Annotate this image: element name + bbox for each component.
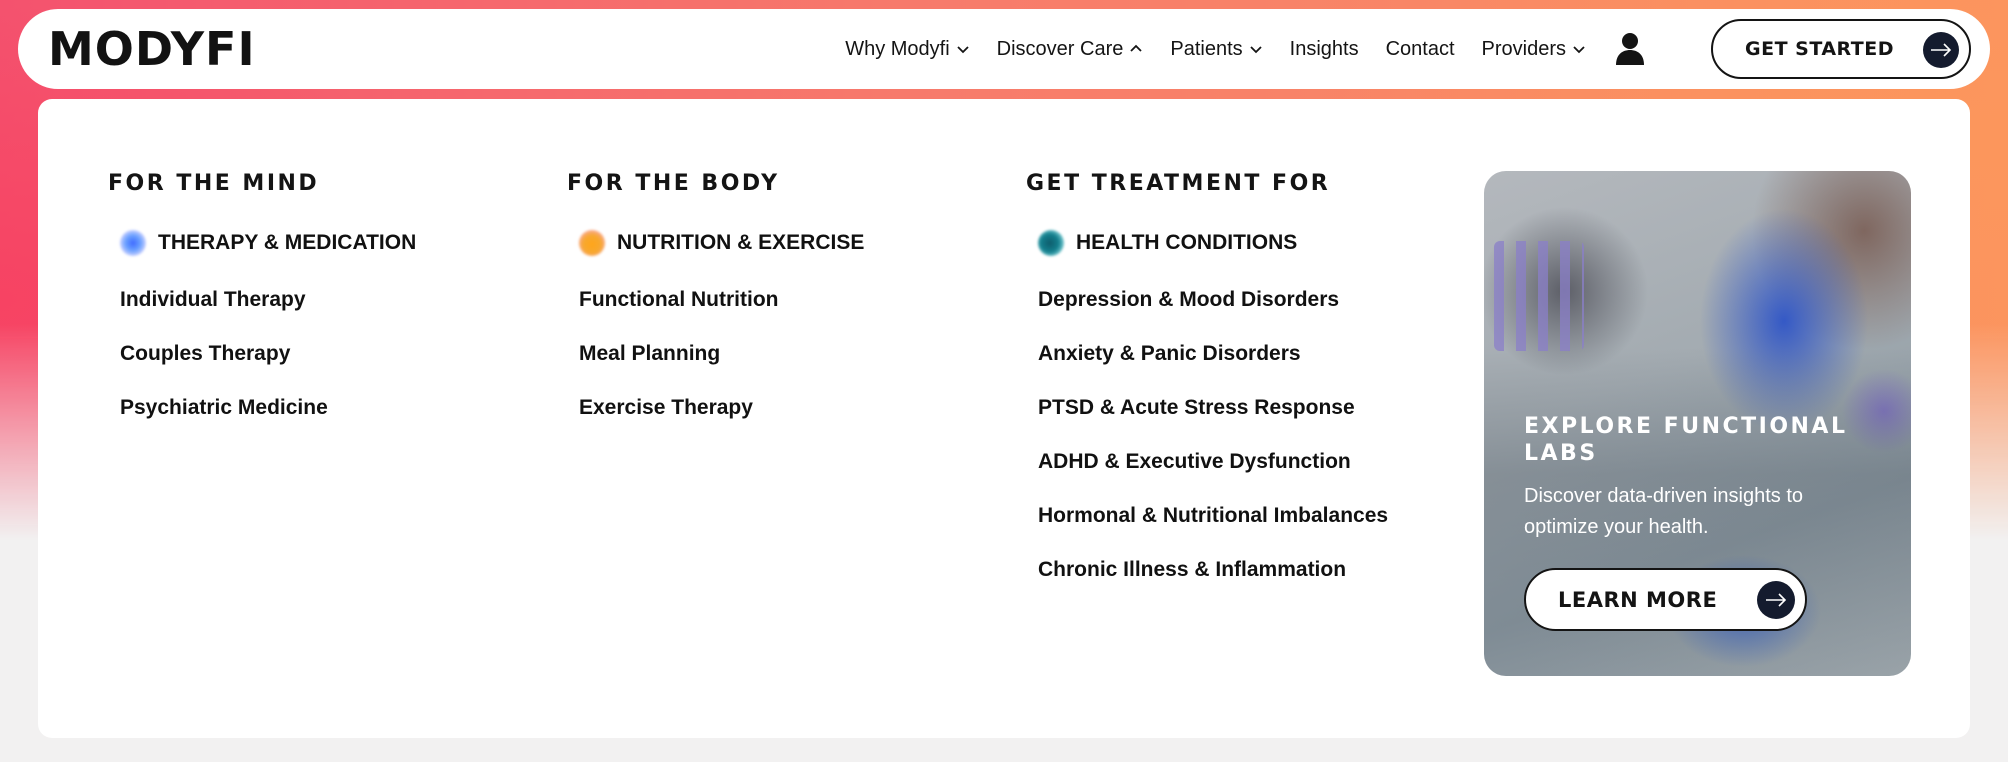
nav-item-insights[interactable]: Insights (1290, 38, 1359, 61)
menu-link-ptsd[interactable]: PTSD & Acute Stress Response (1038, 396, 1388, 420)
menu-link-chronic-illness[interactable]: Chronic Illness & Inflammation (1038, 558, 1388, 582)
menu-link-depression[interactable]: Depression & Mood Disorders (1038, 288, 1388, 312)
nav-item-label: Discover Care (996, 37, 1124, 60)
column-heading: FOR THE MIND (108, 171, 320, 196)
category-label: NUTRITION & EXERCISE (617, 231, 865, 254)
promo-description: Discover data-driven insights to optimiz… (1524, 485, 1804, 538)
menu-link-psychiatric-medicine[interactable]: Psychiatric Medicine (120, 396, 416, 420)
menu-link-couples-therapy[interactable]: Couples Therapy (120, 342, 416, 366)
category-nutrition-exercise[interactable]: NUTRITION & EXERCISE (579, 230, 864, 256)
modyfi-logo[interactable]: MODYFI (48, 22, 256, 76)
menu-link-anxiety[interactable]: Anxiety & Panic Disorders (1038, 342, 1388, 366)
nav-item-label: Providers (1481, 37, 1566, 60)
menu-link-adhd[interactable]: ADHD & Executive Dysfunction (1038, 450, 1388, 474)
chevron-up-icon (1130, 44, 1143, 52)
menu-link-individual-therapy[interactable]: Individual Therapy (120, 288, 416, 312)
menu-column-mind: FOR THE MIND THERAPY & MEDICATION Indivi… (108, 171, 416, 450)
menu-link-hormonal[interactable]: Hormonal & Nutritional Imbalances (1038, 504, 1388, 528)
menu-column-treatment: GET TREATMENT FOR HEALTH CONDITIONS Depr… (1026, 171, 1388, 612)
menu-column-body: FOR THE BODY NUTRITION & EXERCISE Functi… (567, 171, 864, 450)
nav-item-providers[interactable]: Providers (1482, 38, 1586, 61)
chevron-down-icon (957, 46, 969, 54)
promo-title: EXPLORE FUNCTIONAL LABS (1524, 414, 1848, 466)
nav-item-label: Why Modyfi (845, 37, 950, 60)
top-navigation-bar: MODYFI Why Modyfi Discover Care Patients… (18, 9, 1990, 89)
column-heading: FOR THE BODY (567, 171, 780, 196)
nav-item-label: Contact (1385, 37, 1455, 60)
arrow-right-icon (1923, 32, 1959, 68)
nav-item-why-modyfi[interactable]: Why Modyfi (845, 38, 969, 61)
category-therapy-medication[interactable]: THERAPY & MEDICATION (120, 230, 416, 256)
nav-menu: Why Modyfi Discover Care Patients Insigh… (845, 9, 1645, 89)
learn-more-button[interactable]: LEARN MORE (1524, 568, 1807, 631)
nav-item-label: Insights (1289, 37, 1359, 60)
gradient-orb-icon (579, 230, 605, 256)
menu-link-meal-planning[interactable]: Meal Planning (579, 342, 864, 366)
nav-item-discover-care[interactable]: Discover Care (997, 38, 1144, 61)
nav-item-label: Patients (1170, 37, 1243, 60)
functional-labs-promo-card[interactable]: EXPLORE FUNCTIONAL LABS Discover data-dr… (1484, 171, 1911, 676)
category-label: THERAPY & MEDICATION (158, 231, 417, 254)
get-started-button[interactable]: GET STARTED (1711, 19, 1971, 79)
arrow-right-icon (1757, 581, 1795, 619)
gradient-orb-icon (1038, 230, 1064, 256)
discover-care-mega-menu: FOR THE MIND THERAPY & MEDICATION Indivi… (38, 99, 1970, 738)
learn-more-label: LEARN MORE (1558, 587, 1718, 612)
category-health-conditions[interactable]: HEALTH CONDITIONS (1038, 230, 1388, 256)
user-icon[interactable] (1615, 32, 1645, 66)
chevron-down-icon (1250, 46, 1262, 54)
nav-item-contact[interactable]: Contact (1386, 38, 1455, 61)
get-started-label: GET STARTED (1745, 38, 1895, 60)
category-label: HEALTH CONDITIONS (1076, 231, 1298, 254)
column-heading: GET TREATMENT FOR (1026, 171, 1331, 196)
menu-link-exercise-therapy[interactable]: Exercise Therapy (579, 396, 864, 420)
nav-item-patients[interactable]: Patients (1170, 38, 1262, 61)
menu-link-functional-nutrition[interactable]: Functional Nutrition (579, 288, 864, 312)
chevron-down-icon (1573, 46, 1585, 54)
gradient-orb-icon (120, 230, 146, 256)
